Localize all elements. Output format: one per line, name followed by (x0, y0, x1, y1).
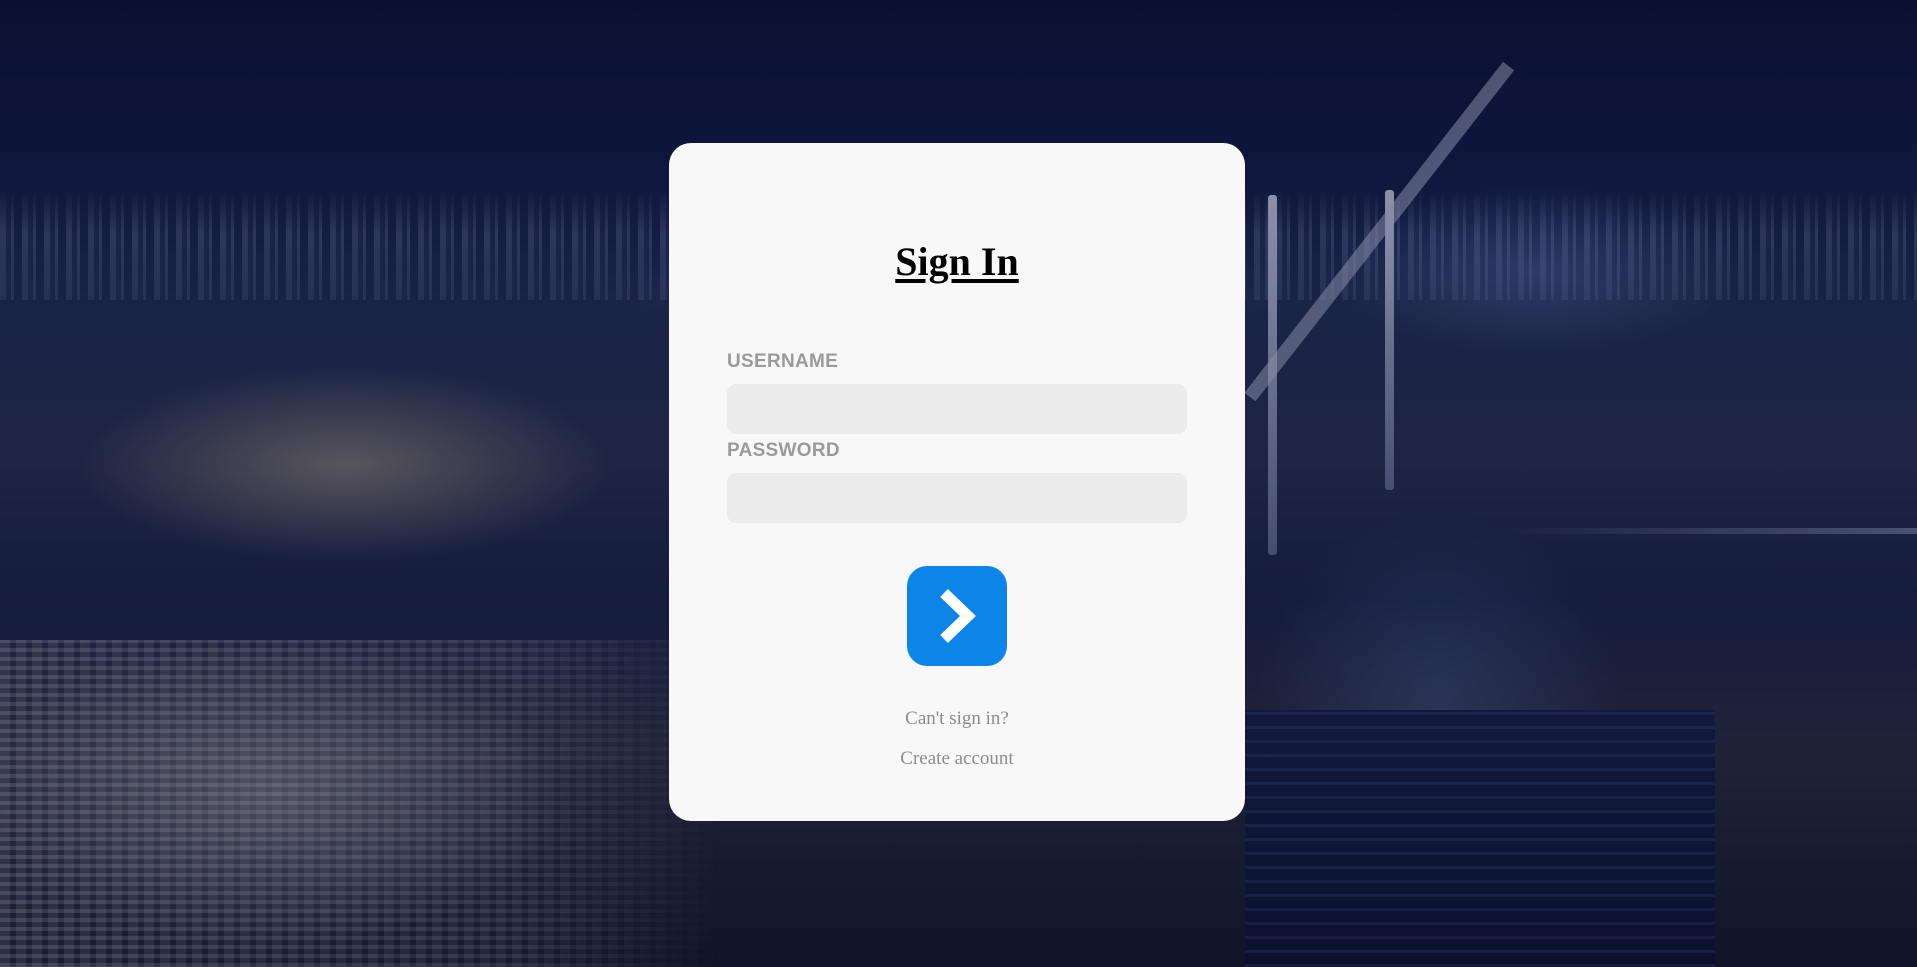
username-input[interactable] (727, 384, 1187, 434)
cant-sign-in-link[interactable]: Can't sign in? (669, 708, 1245, 730)
create-account-link[interactable]: Create account (669, 748, 1245, 770)
sign-in-submit-button[interactable] (907, 566, 1007, 666)
background-bridge-tower-right (1385, 190, 1394, 490)
background-building (1245, 710, 1715, 967)
background-bridge-tower-left (1268, 195, 1277, 555)
background-bridge-deck (1244, 61, 1515, 402)
chevron-right-icon (936, 587, 978, 645)
username-label: USERNAME (727, 351, 839, 372)
password-input[interactable] (727, 473, 1187, 523)
page-title: Sign In (895, 239, 1019, 284)
background-water-lights (1497, 528, 1917, 534)
background-port-containers (0, 640, 720, 967)
sign-in-card: Sign In USERNAME PASSWORD Can't sign in?… (669, 143, 1245, 821)
password-label: PASSWORD (727, 440, 840, 461)
